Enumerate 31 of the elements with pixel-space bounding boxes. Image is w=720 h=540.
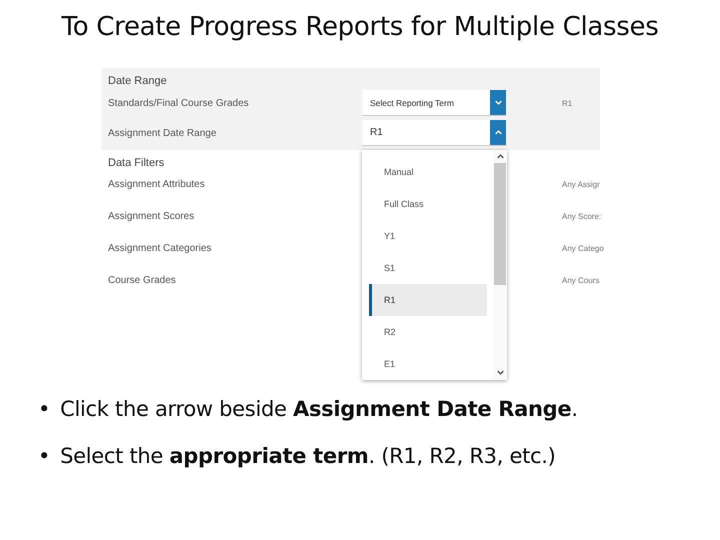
- section-heading: Date Range: [108, 74, 167, 88]
- dropdown-option[interactable]: S1: [369, 252, 487, 284]
- dropdown-field[interactable]: Select Reporting Term: [362, 90, 506, 116]
- scroll-up-icon: [496, 154, 504, 159]
- bullet-mark: •: [38, 444, 50, 470]
- dropdown-option[interactable]: Full Class: [369, 188, 487, 220]
- field-value: Any Assigr: [561, 180, 600, 188]
- section-heading: Data Filters: [108, 156, 164, 170]
- field-label: Assignment Attributes: [108, 178, 206, 190]
- dropdown-option[interactable]: E1: [369, 348, 487, 380]
- field-label: Assignment Scores: [108, 210, 196, 222]
- slide-title: To Create Progress Reports for Multiple Classes: [60, 11, 660, 44]
- dropdown-field[interactable]: R1: [362, 120, 506, 146]
- bullet-text: Click the arrow beside Assignment Date Range.: [60, 397, 578, 423]
- field-label: Assignment Categories: [108, 242, 212, 254]
- field-label: Course Grades: [108, 274, 177, 286]
- dropdown-option[interactable]: R1: [369, 284, 487, 316]
- scroll-down-icon: [496, 370, 504, 375]
- dropdown-option[interactable]: Manual: [369, 156, 487, 188]
- field-label: Assignment Date Range: [108, 128, 218, 138]
- field-value: Any Score:: [561, 212, 600, 220]
- chevron-up-icon: [494, 130, 502, 135]
- field-value: R1: [561, 98, 574, 108]
- scrollbar[interactable]: [493, 150, 507, 380]
- field-value: Any Cours: [561, 276, 600, 284]
- bullet-text: Select the appropriate term. (R1, R2, R3, etc.): [60, 444, 556, 470]
- chevron-down-icon: [494, 100, 502, 105]
- dropdown-option[interactable]: Y1: [369, 220, 487, 252]
- bullet-mark: •: [38, 397, 50, 423]
- field-label: Standards/Final Course Grades: [108, 98, 250, 108]
- dropdown-option[interactable]: R2: [369, 316, 487, 348]
